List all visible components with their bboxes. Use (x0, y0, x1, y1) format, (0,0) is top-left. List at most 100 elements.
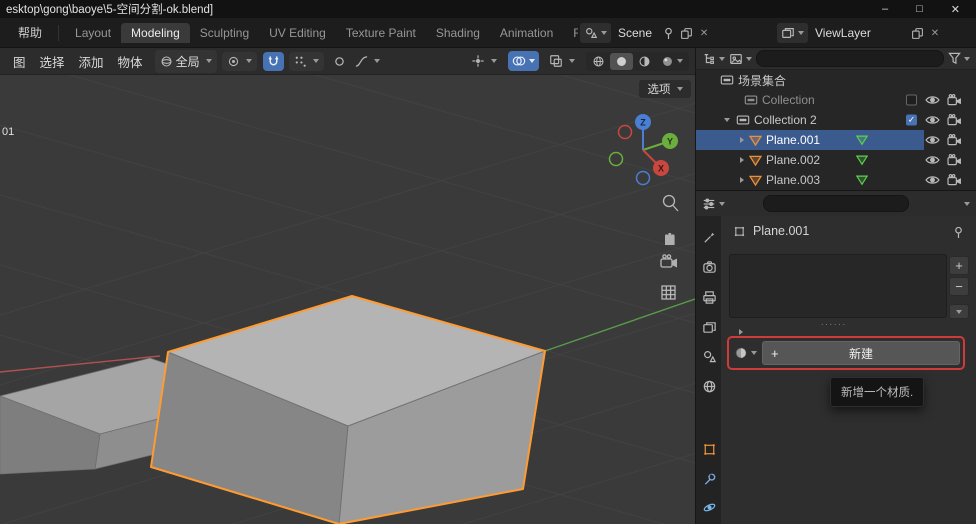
shading-solid-button[interactable] (610, 53, 633, 70)
properties-search-input[interactable] (763, 195, 909, 212)
show-gizmo-dropdown[interactable] (466, 51, 502, 71)
proportional-editing-toggle[interactable] (329, 53, 350, 70)
world-tab[interactable] (696, 372, 722, 400)
collapse-arrow-icon[interactable] (724, 118, 730, 122)
workspace-tab-animation[interactable]: Animation (490, 23, 563, 43)
remove-material-slot-button[interactable]: − (949, 277, 969, 296)
gizmo-minus-x-axis[interactable] (619, 126, 632, 139)
scene-tab[interactable] (696, 342, 722, 370)
outliner-row-scene-collection[interactable]: 场景集合 (696, 70, 976, 90)
mesh-data-icon[interactable] (856, 155, 868, 166)
wrench-icon (702, 472, 717, 487)
disable-render-camera-icon[interactable] (947, 114, 962, 126)
minimize-button[interactable]: – (882, 3, 888, 16)
pan-hand-control[interactable] (665, 233, 675, 245)
hide-eye-icon[interactable] (925, 155, 940, 166)
outliner-editor-type-dropdown[interactable] (702, 52, 725, 66)
menu-help[interactable]: 帮助 (8, 21, 52, 44)
outliner-display-mode-dropdown[interactable] (729, 52, 752, 66)
mesh-data-icon[interactable] (856, 175, 868, 186)
new-viewlayer-icon[interactable] (908, 27, 926, 40)
collection-icon (736, 114, 750, 126)
hide-eye-icon[interactable] (925, 95, 940, 106)
outliner-row-plane-002[interactable]: Plane.002 (696, 150, 976, 170)
viewlayer-name[interactable]: ViewLayer (808, 26, 908, 40)
snap-toggle[interactable] (263, 52, 284, 71)
menu-view[interactable]: 图 (6, 52, 33, 71)
workspace-tab-layout[interactable]: Layout (65, 23, 121, 43)
disable-render-camera-icon[interactable] (947, 134, 962, 146)
pin-id-icon[interactable] (953, 226, 964, 239)
scene-selector: Scene ✕ (578, 21, 715, 45)
gizmo-minus-y-axis[interactable] (610, 153, 623, 166)
expand-arrow-icon[interactable] (740, 157, 744, 163)
shading-mode-group (586, 52, 689, 71)
shading-material-button[interactable] (633, 53, 656, 70)
workspace-tab-sculpting[interactable]: Sculpting (190, 23, 259, 43)
shading-wireframe-button[interactable] (587, 53, 610, 70)
mesh-data-icon[interactable] (856, 135, 868, 146)
workspace-tab-texture-paint[interactable]: Texture Paint (336, 23, 426, 43)
workspace-tab-modeling[interactable]: Modeling (121, 23, 190, 43)
output-tab[interactable] (696, 283, 722, 311)
add-material-slot-button[interactable]: + (949, 256, 969, 275)
remove-viewlayer-icon[interactable]: ✕ (926, 28, 944, 39)
hide-eye-icon[interactable] (925, 175, 940, 186)
properties-editor-type-dropdown[interactable] (702, 197, 725, 211)
new-material-button[interactable]: + 新建 (762, 341, 960, 365)
close-button[interactable]: ✕ (951, 3, 960, 16)
disable-render-camera-icon[interactable] (947, 94, 962, 106)
unlink-scene-icon[interactable]: ✕ (695, 28, 713, 39)
workspace-tab-shading[interactable]: Shading (426, 23, 490, 43)
pin-icon[interactable] (659, 27, 677, 40)
pivot-point-dropdown[interactable] (222, 52, 257, 71)
shading-rendered-button[interactable] (656, 53, 688, 70)
outliner-row-plane-001[interactable]: Plane.001 (696, 130, 976, 150)
collection-exclude-checkbox[interactable] (906, 95, 917, 106)
outliner-row-plane-003[interactable]: Plane.003 (696, 170, 976, 190)
menu-object[interactable]: 物体 (111, 52, 150, 71)
viewport-header: 图 选择 添加 物体 全局 (0, 48, 695, 75)
disable-render-camera-icon[interactable] (947, 174, 962, 186)
physics-tab[interactable] (696, 493, 722, 521)
workspace-tab-uv-editing[interactable]: UV Editing (259, 23, 336, 43)
snap-target-dropdown[interactable] (289, 52, 324, 71)
collection-exclude-checkbox[interactable]: ✓ (906, 115, 917, 126)
material-specials-dropdown[interactable] (949, 304, 969, 319)
tool-options-dropdown[interactable]: 选项 (639, 80, 691, 98)
show-overlays-dropdown[interactable] (508, 51, 539, 71)
object-properties-icon (702, 442, 717, 457)
object-tab[interactable] (696, 435, 722, 463)
proportional-falloff-dropdown[interactable] (350, 52, 385, 71)
panel-drag-handle[interactable]: ······ (721, 319, 946, 330)
gizmo-minus-z-axis[interactable] (637, 172, 650, 185)
tool-tab[interactable] (696, 223, 722, 251)
modifiers-tab[interactable] (696, 465, 722, 493)
expand-arrow-icon[interactable] (740, 177, 744, 183)
hide-eye-icon[interactable] (925, 135, 940, 146)
transform-orientation-dropdown[interactable]: 全局 (155, 50, 217, 73)
breadcrumb-object-name[interactable]: Plane.001 (753, 224, 809, 238)
render-tab[interactable] (696, 253, 722, 281)
menu-select[interactable]: 选择 (33, 52, 72, 71)
hide-eye-icon[interactable] (925, 115, 940, 126)
material-slot-list[interactable] (729, 254, 947, 318)
menu-add[interactable]: 添加 (72, 52, 111, 71)
expand-arrow-icon[interactable] (740, 137, 744, 143)
view-layer-tab[interactable] (696, 313, 722, 341)
properties-icon (702, 197, 716, 211)
scene-browse-dropdown[interactable] (580, 23, 611, 43)
outliner-filter-dropdown[interactable] (948, 52, 970, 65)
viewlayer-browse-dropdown[interactable] (777, 23, 808, 43)
3d-viewport[interactable]: 01 Z Y X (0, 75, 695, 524)
new-scene-icon[interactable] (677, 27, 695, 40)
browse-material-dropdown[interactable] (732, 346, 759, 360)
scene-name[interactable]: Scene (611, 26, 659, 40)
outliner-row-collection[interactable]: Collection (696, 90, 976, 110)
xray-toggle[interactable] (544, 51, 580, 71)
outliner-row-collection-2[interactable]: Collection 2 ✓ (696, 110, 976, 130)
properties-filter-dropdown[interactable] (961, 202, 970, 206)
outliner-search-input[interactable] (756, 50, 944, 67)
disable-render-camera-icon[interactable] (947, 154, 962, 166)
maximize-button[interactable]: □ (916, 3, 923, 16)
